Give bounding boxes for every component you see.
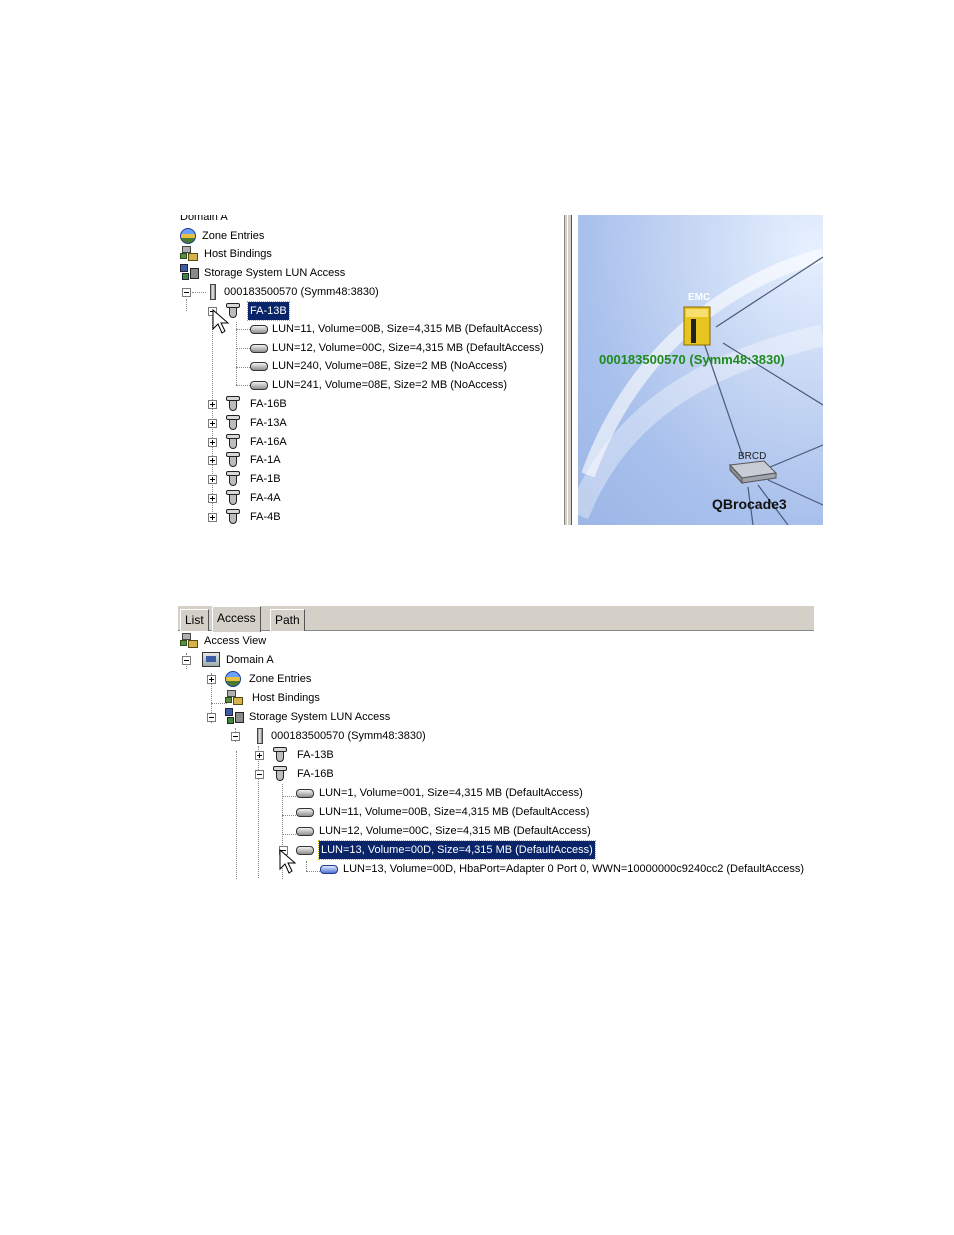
expand-toggle[interactable] <box>208 418 217 428</box>
host-binding-icon <box>225 690 243 705</box>
tree-and-topology-screenshot: Domain A Zone Entries Host Bindings Stor… <box>178 215 823 525</box>
tab-path[interactable]: Path <box>270 609 305 631</box>
zone-icon <box>180 228 196 244</box>
fa-port-icon <box>226 452 240 468</box>
collapse-toggle[interactable] <box>255 770 264 779</box>
fa-port-icon <box>226 471 240 487</box>
tab-bar: List Access Path <box>178 606 814 632</box>
collapse-toggle[interactable] <box>182 656 191 665</box>
host-binding-icon <box>180 246 198 261</box>
lun-access-icon <box>225 708 245 725</box>
expand-toggle[interactable] <box>255 751 264 760</box>
storage-system-icon <box>210 284 216 300</box>
lun-disk-icon <box>320 865 338 874</box>
expand-toggle[interactable] <box>207 675 216 684</box>
brocade-switch-icon <box>728 460 778 485</box>
brcd-vendor-label: BRCD <box>738 451 767 462</box>
mouse-cursor-icon <box>279 849 297 874</box>
mouse-cursor-icon <box>212 309 230 334</box>
fa-port-icon <box>226 490 240 505</box>
expand-toggle[interactable] <box>208 494 217 503</box>
fa-port-icon <box>226 396 240 411</box>
fa-port-icon <box>226 414 240 430</box>
lun-disk-icon <box>296 789 314 798</box>
access-tree-panel: Domain A Zone Entries Host Bindings Stor… <box>180 215 544 524</box>
lun-disk-icon <box>250 381 268 391</box>
domain-icon <box>202 652 220 667</box>
lun-disk-icon <box>250 343 268 353</box>
topology-view[interactable]: EMC 000183500570 (Symm48:3830) BRCD QBro… <box>578 215 823 525</box>
topology-canvas <box>578 248 823 525</box>
access-tab-screenshot: List Access Path Access View Domain A Zo… <box>178 606 814 879</box>
storage-system-caption: 000183500570 (Symm48:3830) <box>599 352 785 367</box>
expand-toggle[interactable] <box>208 512 217 522</box>
fa-port-icon <box>273 766 287 781</box>
switch-caption: QBrocade3 <box>712 496 787 512</box>
tab-list[interactable]: List <box>180 609 209 631</box>
storage-system-icon <box>257 728 263 744</box>
expand-toggle[interactable] <box>208 437 217 447</box>
lun-disk-icon <box>296 808 314 817</box>
zone-icon <box>225 671 241 687</box>
access-view-tree: Access View Domain A Zone Entries Host B… <box>178 631 814 879</box>
emc-vendor-label: EMC <box>688 292 711 303</box>
lun-disk-icon <box>296 827 314 836</box>
lun-disk-icon <box>250 325 268 334</box>
lun-access-icon <box>180 264 200 281</box>
expand-toggle[interactable] <box>208 400 217 409</box>
emc-storage-icon <box>683 306 711 346</box>
fa-port-icon <box>226 508 240 524</box>
fa-port-icon <box>273 747 287 762</box>
fa-port-icon <box>226 433 240 449</box>
collapse-toggle[interactable] <box>182 288 191 297</box>
pane-splitter[interactable] <box>564 215 572 525</box>
tab-access[interactable]: Access <box>212 606 261 632</box>
expand-toggle[interactable] <box>208 475 217 485</box>
expand-toggle[interactable] <box>208 456 217 466</box>
collapse-toggle[interactable] <box>231 732 240 741</box>
collapse-toggle[interactable] <box>207 713 216 722</box>
host-binding-icon <box>180 633 198 648</box>
lun-disk-icon <box>250 362 268 372</box>
